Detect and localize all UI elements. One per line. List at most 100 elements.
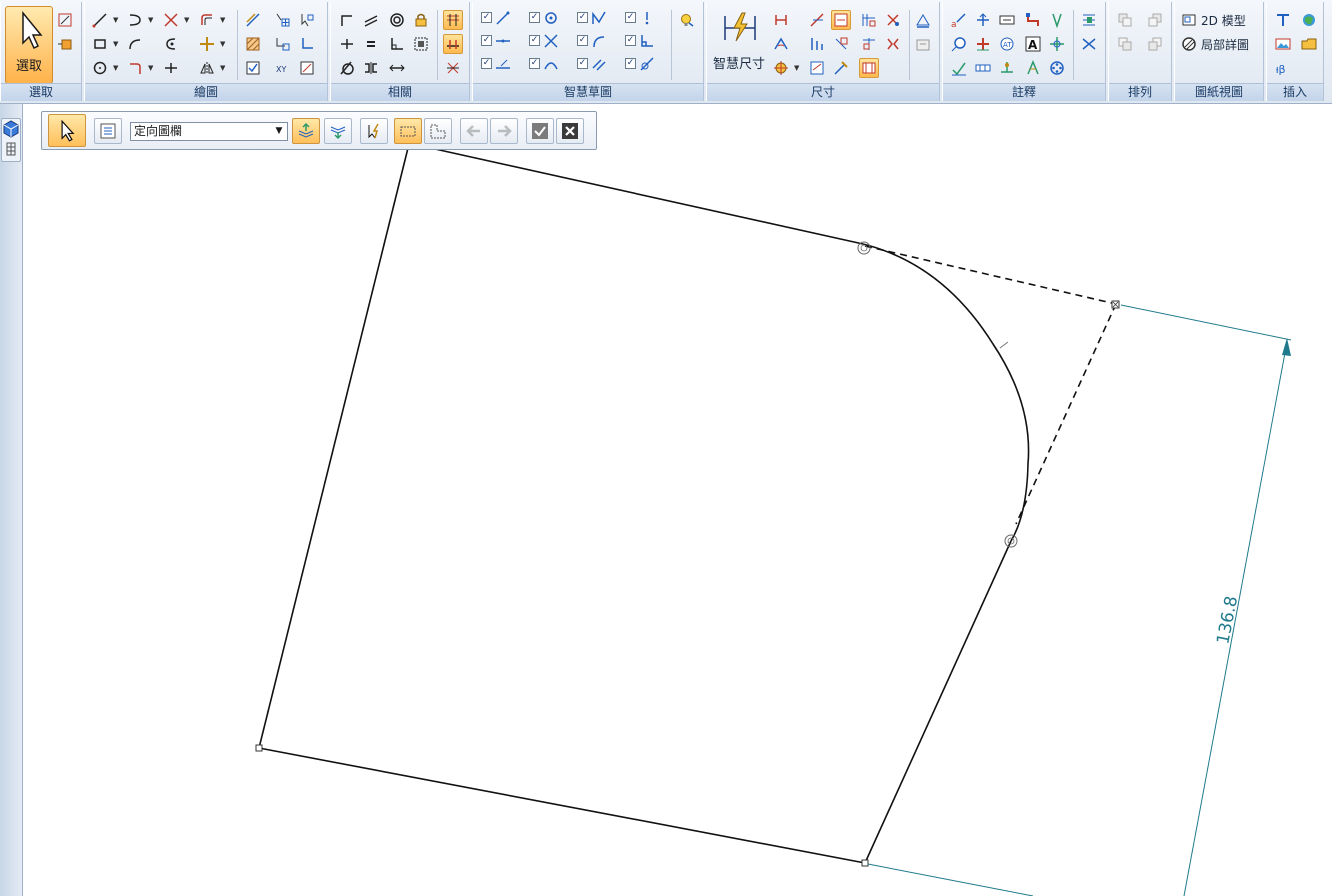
profile-line-top[interactable] — [407, 142, 864, 245]
library-tab[interactable] — [1, 118, 21, 162]
intellisketch-option-5[interactable]: ✓ — [481, 35, 492, 46]
select-button[interactable]: 選取 — [5, 6, 53, 84]
rectangle-dropdown[interactable]: ▼ — [113, 39, 120, 49]
mirror-button[interactable] — [197, 58, 217, 78]
dim-style-button[interactable] — [913, 10, 933, 30]
vertex-bottom[interactable] — [861, 859, 869, 867]
horizontal-button[interactable] — [337, 34, 357, 54]
arc-button[interactable] — [125, 10, 145, 30]
fill-layer-button[interactable] — [292, 118, 320, 144]
dim-chain-button[interactable] — [807, 34, 827, 54]
intellisketch-option-12[interactable]: ✓ — [625, 58, 636, 69]
layer-down-button[interactable] — [324, 118, 352, 144]
intellisketch-option-6[interactable]: ✓ — [529, 35, 540, 46]
insert-object-button[interactable] — [1299, 34, 1319, 54]
dim-frame-button[interactable] — [859, 58, 879, 78]
bolt-hole-button[interactable] — [1047, 58, 1067, 78]
dim-dialog-button[interactable] — [913, 34, 933, 54]
curve-button[interactable] — [125, 34, 145, 54]
annotation-options-b[interactable] — [1079, 34, 1099, 54]
centerline-button[interactable] — [1047, 10, 1067, 30]
profile-line-right[interactable] — [864, 540, 1012, 864]
collinear-button[interactable] — [387, 58, 407, 78]
intellisketch-option-7[interactable]: ✓ — [577, 35, 588, 46]
insert-text-button[interactable] — [1273, 10, 1293, 30]
intellisketch-option-10[interactable]: ✓ — [529, 58, 540, 69]
corner-button[interactable] — [125, 58, 145, 78]
fill-settings-button[interactable] — [243, 58, 263, 78]
quick-pick-button[interactable] — [360, 118, 388, 144]
perpendicular-button[interactable] — [387, 34, 407, 54]
intellisketch-option-8[interactable]: ✓ — [625, 35, 636, 46]
cancel-button[interactable] — [556, 118, 584, 144]
intellisketch-option-1[interactable]: ✓ — [481, 12, 492, 23]
dim-grid-a-button[interactable] — [859, 10, 879, 30]
circle-dropdown[interactable]: ▼ — [113, 63, 120, 73]
bring-forward-button[interactable] — [1115, 34, 1135, 54]
accept-button[interactable] — [526, 118, 554, 144]
bring-front-button[interactable] — [1115, 10, 1135, 30]
angle-button[interactable] — [297, 34, 317, 54]
fillet-arc[interactable] — [862, 243, 1030, 542]
equal-button[interactable] — [361, 34, 381, 54]
dim-lock-button[interactable] — [831, 10, 851, 30]
polygon-select-button[interactable] — [424, 118, 452, 144]
offset-dropdown[interactable]: ▼ — [220, 15, 227, 25]
dimension-value[interactable]: 136.8 — [1213, 594, 1242, 646]
symmetric-button[interactable] — [361, 58, 381, 78]
trim-button[interactable] — [161, 10, 181, 30]
frame-button[interactable] — [297, 58, 317, 78]
send-back-button[interactable] — [1145, 10, 1165, 30]
circle-button[interactable] — [90, 58, 110, 78]
fillet-button[interactable] — [161, 34, 181, 54]
select-step-button[interactable] — [48, 114, 86, 147]
profile-line-left[interactable] — [258, 143, 410, 749]
weld-symbol-button[interactable]: AT — [997, 34, 1017, 54]
select-tool-b[interactable] — [55, 34, 75, 54]
tangent-button[interactable] — [337, 58, 357, 78]
edge-condition-button[interactable] — [1023, 58, 1043, 78]
detail-view-button[interactable]: 局部詳圖 — [1179, 34, 1263, 54]
rectangle-button[interactable] — [90, 34, 110, 54]
connect-button[interactable] — [337, 10, 357, 30]
dim-grid-b-button[interactable] — [859, 34, 879, 54]
vertex-left[interactable] — [255, 744, 263, 752]
insert-image-button[interactable] — [1273, 34, 1293, 54]
sketch-canvas[interactable]: 136.8 — [23, 104, 1332, 896]
label-button[interactable] — [997, 10, 1017, 30]
model-2d-button[interactable]: 2D 模型 — [1179, 10, 1263, 30]
dim-error-b-button[interactable] — [883, 34, 903, 54]
intellisketch-option-3[interactable]: ✓ — [577, 12, 588, 23]
rectangle-select-button[interactable] — [394, 118, 422, 144]
intellisketch-option-9[interactable]: ✓ — [481, 58, 492, 69]
xy-button[interactable]: XY — [273, 58, 293, 78]
offset-button[interactable] — [197, 10, 217, 30]
orientation-select[interactable]: 定向圖欄 ▼ — [130, 122, 288, 141]
dim-table-button[interactable] — [831, 34, 851, 54]
dim-symmetric-button[interactable] — [807, 10, 827, 30]
dim-angle-button[interactable] — [771, 34, 791, 54]
insert-symbol-button[interactable]: ᵼβ — [1273, 58, 1293, 78]
grid-settings-button[interactable] — [273, 34, 293, 54]
dim-coordinate-button[interactable] — [771, 58, 791, 78]
dim-error-a-button[interactable] — [883, 10, 903, 30]
grid-button[interactable] — [273, 10, 293, 30]
arc-dropdown[interactable]: ▼ — [148, 15, 155, 25]
concentric-button[interactable] — [387, 10, 407, 30]
intellisketch-option-2[interactable]: ✓ — [529, 12, 540, 23]
datum-frame-button[interactable] — [973, 58, 993, 78]
datum-target-button[interactable] — [997, 58, 1017, 78]
relation-handles-button[interactable] — [443, 34, 463, 54]
surface-texture-button[interactable] — [973, 34, 993, 54]
maintain-relations-button[interactable] — [443, 10, 463, 30]
feature-control-button[interactable] — [949, 58, 969, 78]
lock-button[interactable] — [411, 10, 431, 30]
text-box-button[interactable]: A — [1023, 34, 1043, 54]
profile-line-bottom[interactable] — [258, 747, 866, 864]
mirror-dropdown[interactable]: ▼ — [220, 63, 227, 73]
select-tool-a[interactable] — [55, 10, 75, 30]
coordinate-dropdown[interactable]: ▼ — [794, 63, 801, 73]
rigid-button[interactable] — [411, 34, 431, 54]
callout-button[interactable]: a — [949, 10, 969, 30]
dim-attach-button[interactable] — [831, 58, 851, 78]
